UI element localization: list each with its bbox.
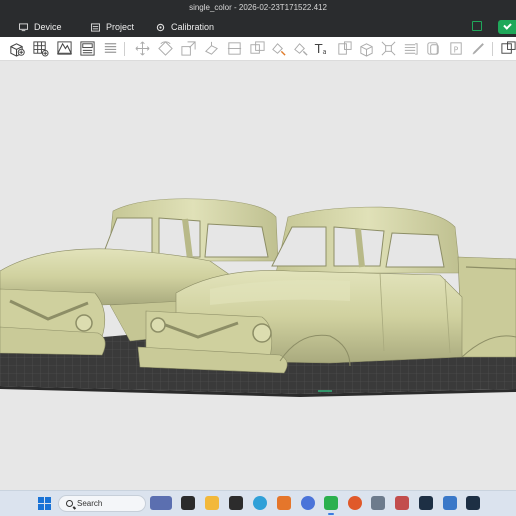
calculator-icon[interactable] (371, 496, 385, 510)
edge-icon[interactable] (253, 496, 267, 510)
layers-icon[interactable] (102, 40, 119, 57)
widgets-icon[interactable] (150, 496, 172, 510)
toolbar-divider (124, 42, 125, 56)
view-options-icon[interactable] (500, 40, 516, 57)
active-app-indicator (328, 513, 334, 515)
lay-on-face-icon[interactable] (203, 40, 220, 57)
rotate-icon[interactable] (157, 40, 174, 57)
cut-icon[interactable] (226, 40, 243, 57)
office-icon[interactable] (277, 496, 291, 510)
measure-icon[interactable] (336, 40, 353, 57)
game-icon[interactable] (395, 496, 409, 510)
assemble-icon[interactable]: P (448, 40, 465, 57)
add-object-icon[interactable] (8, 40, 25, 57)
slicer-app-icon[interactable] (324, 496, 338, 510)
store-icon[interactable] (466, 496, 480, 510)
move-icon[interactable] (134, 40, 151, 57)
project-icon (91, 22, 100, 32)
support-paint-icon[interactable] (270, 40, 287, 57)
split-icon[interactable] (380, 40, 397, 57)
nav-calibration-label: Calibration (171, 22, 215, 32)
svg-text:P: P (454, 45, 459, 54)
windows-taskbar: Search (0, 490, 516, 516)
variable-layer-icon[interactable] (402, 40, 419, 57)
brim-ears-icon[interactable] (470, 40, 487, 57)
seam-paint-icon[interactable] (292, 40, 309, 57)
search-icon (66, 500, 73, 507)
window-title-bar: single_color - 2026-02-23T171522.412 (0, 0, 516, 17)
add-plate-icon[interactable] (56, 40, 73, 57)
nav-device[interactable]: Device (19, 20, 62, 34)
text-icon[interactable]: Ta (313, 40, 330, 57)
3d-viewport[interactable] (0, 61, 516, 490)
terminal-icon[interactable] (229, 496, 243, 510)
nav-project-label: Project (106, 22, 135, 32)
object-list-icon[interactable] (79, 40, 96, 57)
sync-status-button[interactable] (498, 20, 516, 34)
boolean-icon[interactable] (249, 40, 266, 57)
svg-text:a: a (322, 48, 326, 56)
nav-calibration[interactable]: Calibration (156, 20, 214, 34)
search-placeholder: Search (77, 499, 103, 508)
windows-start-icon[interactable] (38, 497, 51, 510)
split-parts-icon[interactable] (425, 40, 442, 57)
copilot-icon[interactable] (301, 496, 315, 510)
settings-icon[interactable] (443, 496, 457, 510)
top-nav-bar: Device Project Calibration (0, 17, 516, 37)
nav-device-label: Device (34, 22, 62, 32)
arrange-grid-icon[interactable] (32, 40, 49, 57)
assembly-icon[interactable] (358, 40, 375, 57)
scale-icon[interactable] (180, 40, 197, 57)
nav-project[interactable]: Project (91, 20, 134, 34)
firefox-icon[interactable] (348, 496, 362, 510)
calibration-icon (156, 23, 165, 31)
main-toolbar: Ta P (0, 37, 516, 61)
monitor-icon (19, 22, 28, 31)
window-title: single_color - 2026-02-23T171522.412 (189, 3, 327, 12)
taskbar-search[interactable]: Search (58, 495, 146, 512)
store-toggle-icon[interactable] (472, 21, 482, 31)
task-view-icon[interactable] (181, 496, 195, 510)
toolbar-divider-2 (492, 42, 493, 56)
file-explorer-icon[interactable] (205, 496, 219, 510)
photos-icon[interactable] (419, 496, 433, 510)
